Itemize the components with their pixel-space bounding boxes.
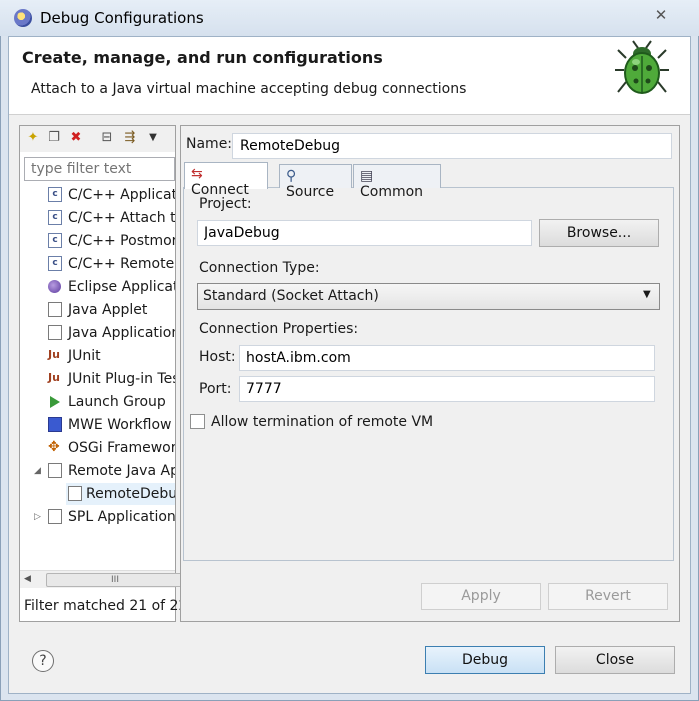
port-label: Port: <box>199 381 232 397</box>
filter-input[interactable] <box>24 157 175 181</box>
eclipse-logo-icon <box>14 9 32 27</box>
allow-termination-checkbox[interactable] <box>190 414 205 429</box>
apply-button[interactable]: Apply <box>421 583 541 610</box>
view-menu-icon[interactable]: ▼ <box>144 129 162 147</box>
new-config-icon[interactable]: ✦ <box>24 129 42 147</box>
connection-type-select[interactable]: Standard (Socket Attach) <box>197 283 660 310</box>
mwe-icon <box>48 417 62 432</box>
name-label: Name: <box>186 136 233 152</box>
project-label: Project: <box>199 196 252 212</box>
debug-button[interactable]: Debug <box>425 646 545 674</box>
remote-java-icon <box>48 463 62 478</box>
bug-icon <box>615 40 669 94</box>
common-icon: ▤ <box>360 168 374 184</box>
java-app-icon <box>48 325 62 340</box>
header-description: Attach to a Java virtual machine accepti… <box>31 81 467 97</box>
project-field[interactable] <box>197 220 532 246</box>
source-icon: ⚲ <box>286 168 297 184</box>
delete-icon[interactable]: ✖ <box>67 129 85 147</box>
close-window-icon[interactable]: ✕ <box>638 4 684 26</box>
filter-matched-status: Filter matched 21 of 22 <box>24 598 188 614</box>
scroll-left-icon[interactable]: ◀ <box>24 574 31 584</box>
spl-icon <box>48 509 62 524</box>
scroll-thumb[interactable]: III <box>46 573 184 587</box>
expanded-twisty-icon[interactable]: ◢ <box>34 460 41 482</box>
browse-button[interactable]: Browse... <box>539 219 659 247</box>
junit-plugin-icon: Ju <box>48 371 60 384</box>
launch-icon <box>50 396 60 408</box>
host-field[interactable] <box>239 345 655 371</box>
connect-icon: ⇆ <box>191 166 203 182</box>
window-title: Debug Configurations <box>40 9 204 27</box>
osgi-icon: ✥ <box>48 439 60 455</box>
header-title: Create, manage, and run configurations <box>22 48 383 67</box>
applet-icon <box>48 302 62 317</box>
junit-icon: Ju <box>48 348 60 361</box>
connection-properties-label: Connection Properties: <box>199 321 359 337</box>
collapse-all-icon[interactable]: ⊟ <box>98 129 116 147</box>
revert-button[interactable]: Revert <box>548 583 668 610</box>
name-field[interactable] <box>232 133 672 159</box>
tab-source[interactable]: ⚲ Source <box>279 164 352 200</box>
left-toolbar: ✦ ❐ ✖ ⊟ ⇶ ▼ <box>20 126 175 152</box>
filter-icon[interactable]: ⇶ <box>121 129 139 147</box>
tab-connect[interactable]: ⇆ Connect <box>184 162 268 198</box>
c-icon: c <box>48 256 62 271</box>
tab-common[interactable]: ▤ Common <box>353 164 441 200</box>
horizontal-scrollbar[interactable]: ◀ III <box>20 570 184 588</box>
configuration-tree: c C/C++ Applicati c C/C++ Attach to c C/… <box>20 184 175 568</box>
c-icon: c <box>48 187 62 202</box>
close-button[interactable]: Close <box>555 646 675 674</box>
duplicate-icon[interactable]: ❐ <box>45 129 63 147</box>
remote-config-icon <box>68 486 82 501</box>
c-icon: c <box>48 210 62 225</box>
allow-termination-label[interactable]: Allow termination of remote VM <box>211 414 433 430</box>
c-icon: c <box>48 233 62 248</box>
help-icon[interactable]: ? <box>32 650 54 672</box>
connection-type-label: Connection Type: <box>199 260 320 276</box>
tree-item-selected[interactable]: RemoteDebu <box>66 483 175 505</box>
collapsed-twisty-icon[interactable]: ▷ <box>34 506 41 528</box>
eclipse-icon <box>48 280 61 293</box>
port-field[interactable] <box>239 376 655 402</box>
host-label: Host: <box>199 349 236 365</box>
chevron-down-icon[interactable]: ▼ <box>643 289 651 300</box>
